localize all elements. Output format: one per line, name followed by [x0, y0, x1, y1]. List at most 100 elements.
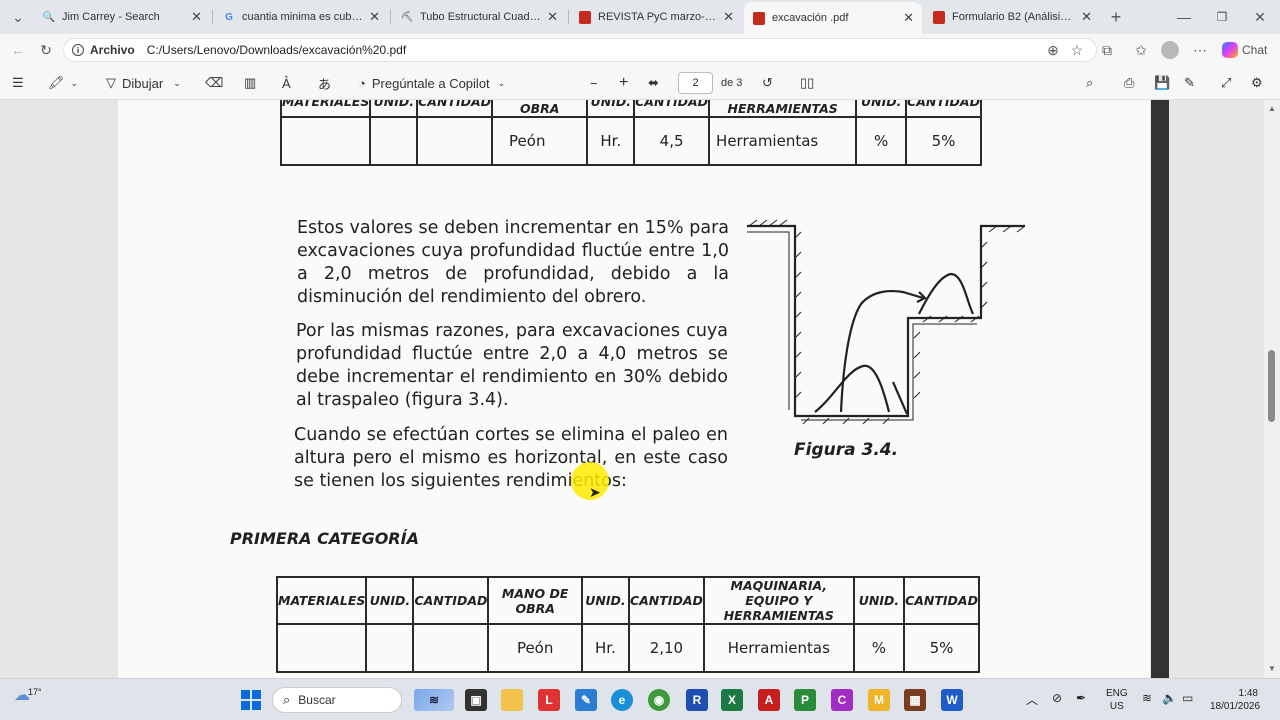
close-icon[interactable]: ✕	[903, 10, 914, 26]
scroll-up-icon[interactable]: ▲	[1268, 104, 1276, 113]
contents-icon[interactable]: ☰	[12, 73, 24, 93]
tab-jim-carrey[interactable]: 🔍 Jim Carrey - Search ✕	[34, 4, 210, 30]
tab-bar: ⌄ 🔍 Jim Carrey - Search ✕ G cuantia mini…	[0, 0, 1280, 34]
find-icon[interactable]: ⌕	[1086, 73, 1093, 93]
acrobat-icon[interactable]: A	[758, 689, 780, 711]
save-as-icon[interactable]: ✎	[1184, 73, 1195, 93]
file-explorer-icon[interactable]	[501, 689, 523, 711]
scroll-down-icon[interactable]: ▼	[1268, 664, 1276, 673]
chrome-icon[interactable]: ◉	[648, 689, 670, 711]
close-icon[interactable]: ✕	[369, 9, 380, 25]
window-close-icon[interactable]: ✕	[1250, 7, 1270, 27]
print-icon[interactable]: ⎙	[1124, 73, 1134, 93]
zoom-icon[interactable]: ⊕	[1043, 40, 1063, 60]
location-off-icon[interactable]: ⊘	[1052, 691, 1062, 705]
pdf-toolbar: ☰ 🖍 ⌄ ▽ Dibujar ⌄ ⌫ ▥ A͛ あ ◔ Pregúntale a Co…	[0, 66, 1280, 100]
tab-revista[interactable]: REVISTA PyC marzo-agosto 2 ✕	[570, 4, 742, 30]
favorites-icon[interactable]: ✩	[1131, 40, 1151, 60]
translate-icon[interactable]: あ	[318, 73, 331, 93]
table-header: CANTIDAD	[905, 100, 982, 118]
excel-icon[interactable]: X	[721, 689, 743, 711]
zoom-in-icon[interactable]: +	[619, 73, 628, 93]
pdf-icon	[578, 10, 592, 24]
fit-page-icon[interactable]: ⬌	[648, 73, 659, 93]
pen-tray-icon[interactable]: ✒	[1076, 691, 1086, 705]
rotate-icon[interactable]: ↺	[762, 73, 773, 93]
draw-button[interactable]: ▽ Dibujar ⌄	[106, 73, 181, 93]
app-m-icon[interactable]: M	[868, 689, 890, 711]
task-view-icon[interactable]: ▣	[465, 689, 487, 711]
tab-cuantia[interactable]: G cuantia minima es cubiertas m ✕	[214, 4, 388, 30]
app-paint-icon[interactable]: ✎	[575, 689, 597, 711]
ask-copilot-button[interactable]: ◔ Pregúntale a Copilot ⌄	[358, 73, 505, 93]
settings-gear-icon[interactable]: ⚙	[1251, 73, 1263, 93]
tab-tubo[interactable]: ⛏ Tubo Estructural Cuadrado N ✕	[392, 4, 566, 30]
app-grid-icon[interactable]: ▦	[904, 689, 926, 711]
copilot-label: Pregúntale a Copilot	[371, 75, 490, 91]
wifi-icon[interactable]: ≋	[1142, 691, 1152, 705]
figure-caption: Figura 3.4.	[794, 440, 899, 460]
table-cell: %	[852, 623, 906, 673]
highlight-tool-icon[interactable]: 🖍 ⌄	[48, 73, 78, 93]
edge-icon[interactable]: e	[611, 689, 633, 711]
tab-list-chevron-icon[interactable]: ⌄	[8, 7, 28, 27]
clock-date: 18/01/2026	[1210, 701, 1261, 712]
project-icon[interactable]: P	[794, 689, 816, 711]
save-icon: 💾	[1154, 75, 1171, 90]
close-icon[interactable]: ✕	[723, 9, 734, 25]
back-icon[interactable]: ←	[8, 40, 28, 60]
clock-time: 1:48	[1238, 688, 1258, 699]
reload-icon[interactable]: ↻	[36, 40, 56, 60]
app-l-icon[interactable]: L	[538, 689, 560, 711]
app-c-icon[interactable]: C	[831, 689, 853, 711]
new-tab-icon[interactable]: +	[1106, 7, 1126, 27]
vertical-scrollbar[interactable]: ▲ ▼	[1264, 100, 1280, 678]
tab-title: Formulario B2 (Análisis de pr	[952, 11, 1075, 23]
pdf-icon	[752, 11, 766, 25]
table-header: UNID.	[855, 100, 908, 118]
scrollbar-thumb[interactable]	[1268, 350, 1275, 422]
address-url[interactable]: C:/Users/Lenovo/Downloads/excavación%20.…	[147, 43, 406, 57]
pdf-viewer[interactable]: MATERIALES UNID. CANTIDAD MANO DE OBRA U…	[0, 100, 1264, 678]
tab-title: Jim Carrey - Search	[62, 11, 160, 23]
section-title: PRIMERA CATEGORÍA	[230, 529, 419, 548]
more-menu-icon[interactable]: ⋯	[1190, 40, 1210, 60]
close-icon[interactable]: ✕	[547, 9, 558, 25]
table-header: MATERIALES	[279, 100, 372, 118]
tab-excavacion[interactable]: excavación .pdf ✕	[744, 2, 922, 34]
eraser-icon[interactable]: ⌫	[205, 73, 223, 93]
weather-widget[interactable]: ☁ 17°	[14, 685, 42, 705]
tab-formulario[interactable]: Formulario B2 (Análisis de pr ✕	[924, 4, 1100, 30]
search-highlight-icon[interactable]: ≋	[414, 689, 454, 711]
restore-icon[interactable]: ❐	[1212, 7, 1232, 27]
fullscreen-icon[interactable]: ⤢	[1221, 73, 1231, 93]
tray-chevron-icon[interactable]: ︿	[1026, 691, 1038, 708]
zoom-out-icon[interactable]: −	[590, 73, 598, 93]
app-r-icon[interactable]: R	[686, 689, 708, 711]
tab-title: Tubo Estructural Cuadrado N	[420, 11, 541, 23]
info-icon[interactable]: i	[72, 44, 84, 56]
lang-label: ENG	[1106, 688, 1128, 699]
clock[interactable]: 1:48 18/01/2026	[1210, 687, 1261, 713]
close-icon[interactable]: ✕	[191, 9, 202, 25]
read-aloud-icon[interactable]: A͛	[282, 73, 291, 93]
address-input[interactable]: i Archivo C:/Users/Lenovo/Downloads/exca…	[63, 38, 1097, 62]
battery-icon[interactable]: ▭	[1182, 691, 1193, 705]
page-number-input[interactable]: 2	[678, 72, 713, 94]
close-icon[interactable]: ✕	[1081, 9, 1092, 25]
volume-icon[interactable]: 🔈	[1162, 691, 1177, 705]
table-header: UNID.	[369, 100, 419, 118]
extensions-icon[interactable]: ⧉	[1097, 40, 1117, 60]
start-windows-icon[interactable]	[240, 689, 262, 711]
taskbar-search-input[interactable]: ⌕ Buscar	[272, 687, 402, 713]
page-icon: ⛏	[400, 11, 414, 23]
language-indicator[interactable]: ENG US	[1106, 687, 1128, 713]
word-icon[interactable]: W	[941, 689, 963, 711]
copilot-chat-button[interactable]: Chat	[1222, 40, 1272, 60]
profile-avatar[interactable]	[1160, 40, 1180, 60]
favorite-star-icon[interactable]: ☆	[1067, 40, 1087, 60]
page-view-icon[interactable]: ▯▯	[800, 73, 814, 93]
table-header-row: MATERIALES UNID. CANTIDAD MANO DE OBRA U…	[279, 100, 982, 118]
minimize-icon[interactable]: —	[1174, 7, 1194, 27]
text-view-icon[interactable]: ▥	[244, 73, 256, 93]
